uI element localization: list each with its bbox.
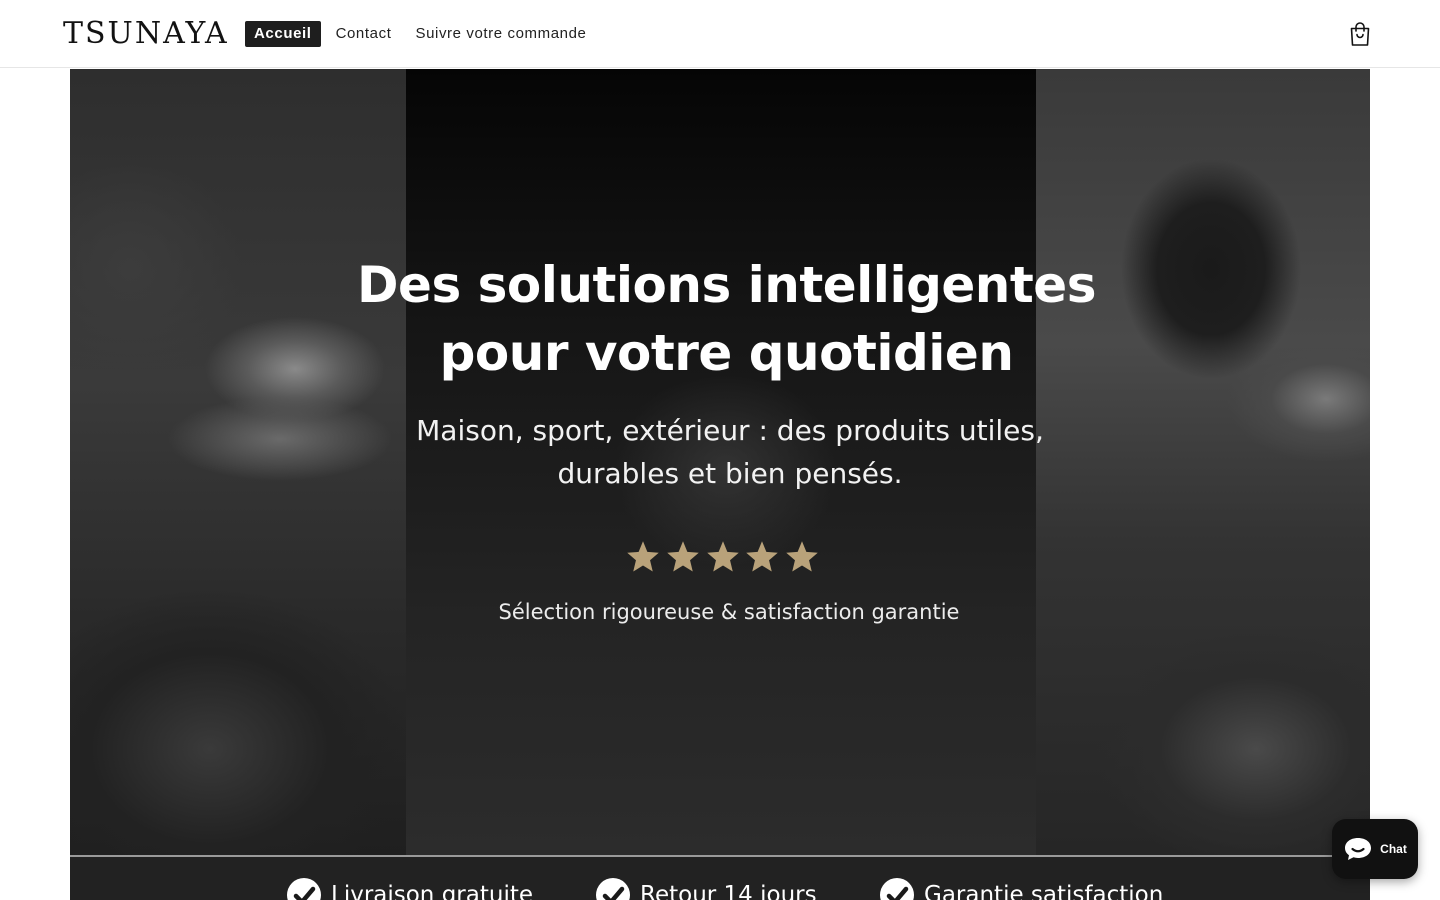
hero-banner[interactable]: Des solutions intelligentes pour votre q… (70, 69, 1370, 900)
feature-livraison: Livraison gratuite (287, 875, 533, 900)
star-icon (627, 541, 659, 572)
star-icon (746, 541, 778, 572)
feature-retour: Retour 14 jours (596, 875, 817, 900)
feature-label: Retour 14 jours (640, 882, 817, 900)
chat-label: Chat (1380, 842, 1407, 856)
feature-label: Garantie satisfaction (924, 882, 1164, 900)
hero-title-line-1: Des solutions intelligentes (357, 256, 1096, 314)
rating-stars (625, 539, 820, 577)
chat-button[interactable]: Chat (1332, 819, 1418, 879)
star-icon (706, 541, 739, 572)
chat-bubble-icon (1345, 838, 1372, 860)
hero-subtitle-line-1: Maison, sport, extérieur : des produits … (416, 414, 1044, 447)
hero-title-line-2: pour votre quotidien (439, 324, 1014, 382)
site-header: TSUNAYA Accueil Contact Suivre votre com… (0, 0, 1440, 68)
feature-label: Livraison gratuite (331, 882, 534, 900)
star-icon (667, 541, 699, 572)
site-logo[interactable]: TSUNAYA (63, 16, 229, 52)
hero-tagline: Sélection rigoureuse & satisfaction gara… (498, 600, 960, 624)
feature-garantie: Garantie satisfaction (880, 875, 1163, 900)
check-circle-icon (880, 878, 914, 900)
check-circle-icon (596, 878, 630, 900)
nav-item-contact[interactable]: Contact (327, 21, 401, 47)
hero-subtitle-line-2: durables et bien pensés. (557, 457, 903, 490)
nav-item-accueil[interactable]: Accueil (245, 21, 321, 47)
shopping-bag-icon (1350, 22, 1370, 46)
hero-subtitle: Maison, sport, extérieur : des produits … (70, 409, 1370, 495)
check-circle-icon (287, 878, 321, 900)
hero-title: Des solutions intelligentes pour votre q… (70, 251, 1370, 387)
nav-item-suivre-commande[interactable]: Suivre votre commande (406, 21, 595, 47)
cart-button[interactable] (1348, 21, 1372, 47)
star-icon (786, 541, 818, 572)
main-nav: Accueil Contact Suivre votre commande (245, 21, 601, 47)
